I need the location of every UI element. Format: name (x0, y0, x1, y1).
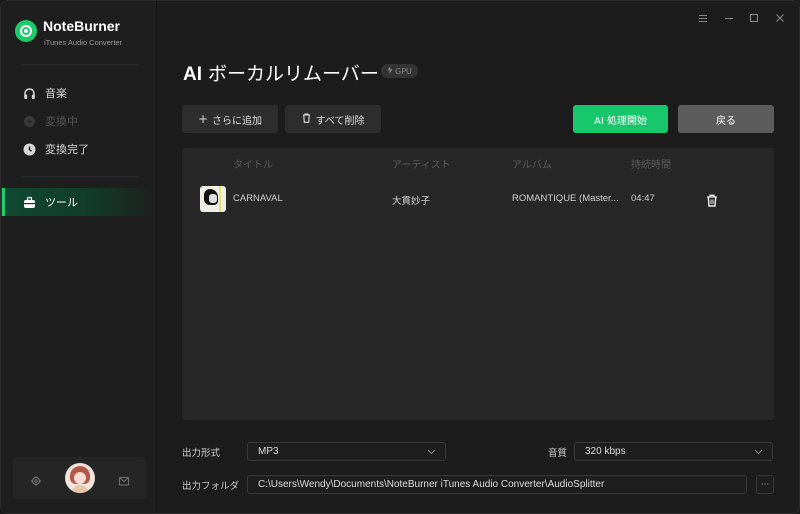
gear-icon[interactable] (30, 472, 42, 486)
column-header-artist[interactable]: アーティスト (392, 156, 451, 171)
delete-track-icon[interactable] (706, 192, 718, 211)
output-format-label: 出力形式 (182, 448, 221, 459)
page-title-prefix: AI (183, 64, 202, 85)
sidebar-divider (21, 176, 137, 177)
track-album: ROMANTIQUE (Master... (512, 193, 619, 204)
output-format-select[interactable]: MP3 (247, 442, 446, 461)
close-icon[interactable] (773, 11, 787, 25)
sidebar-divider (21, 64, 137, 65)
trash-icon (302, 113, 311, 126)
gpu-badge: GPU (381, 64, 418, 78)
mail-icon[interactable] (118, 472, 130, 486)
user-panel (13, 457, 146, 499)
app-name: NoteBurner (43, 18, 121, 34)
page-title: AI ボーカルリムーバー (183, 59, 379, 86)
gpu-badge-label: GPU (395, 66, 412, 76)
column-header-album[interactable]: アルバム (512, 156, 552, 171)
sidebar: NoteBurner iTunes Audio Converter 音楽 変換中… (1, 1, 157, 513)
back-button[interactable]: 戻る (678, 105, 774, 133)
sidebar-item-music[interactable]: 音楽 (1, 79, 156, 107)
chevron-down-icon (427, 447, 436, 457)
sidebar-item-label: 音楽 (45, 87, 67, 100)
sidebar-item-label: 変換中 (45, 115, 78, 128)
add-more-button[interactable]: + さらに追加 (182, 105, 278, 133)
delete-all-button[interactable]: すべて削除 (285, 105, 381, 133)
app-window: NoteBurner iTunes Audio Converter 音楽 変換中… (0, 0, 800, 514)
converting-icon (23, 115, 36, 128)
column-header-title[interactable]: タイトル (233, 156, 273, 171)
clock-icon (23, 143, 36, 156)
user-avatar[interactable] (65, 463, 95, 493)
noteburner-logo-icon (15, 20, 37, 42)
column-header-duration[interactable]: 持続時間 (631, 156, 671, 171)
track-artist: 大貫妙子 (392, 196, 431, 207)
start-ai-processing-button[interactable]: AI 処理開始 (573, 105, 668, 133)
album-artwork (200, 186, 226, 212)
add-more-label: さらに追加 (212, 115, 263, 127)
headphones-icon (23, 87, 36, 100)
sidebar-item-tools[interactable]: ツール (1, 188, 156, 216)
sidebar-item-converting[interactable]: 変換中 (1, 107, 156, 135)
quality-select[interactable]: 320 kbps (574, 442, 773, 461)
output-folder-input[interactable]: C:\Users\Wendy\Documents\NoteBurner iTun… (247, 475, 747, 494)
output-folder-label: 出力フォルダ (182, 481, 240, 492)
track-table: タイトル アーティスト アルバム 持続時間 CARNAVAL 大貫妙子 ROMA… (182, 148, 774, 420)
track-title: CARNAVAL (233, 193, 283, 204)
toolbox-icon (23, 196, 36, 209)
lightning-icon (387, 66, 393, 76)
minimize-icon[interactable] (722, 11, 736, 25)
delete-all-label: すべて削除 (315, 115, 365, 127)
output-format-value: MP3 (258, 446, 279, 457)
maximize-icon[interactable] (747, 11, 761, 25)
sidebar-item-converted[interactable]: 変換完了 (1, 135, 156, 163)
chevron-down-icon (754, 447, 763, 457)
quality-value: 320 kbps (585, 446, 626, 457)
plus-icon: + (197, 112, 209, 126)
output-folder-value: C:\Users\Wendy\Documents\NoteBurner iTun… (258, 479, 605, 490)
page-title-text: ボーカルリムーバー (208, 63, 379, 85)
sidebar-item-label: ツール (45, 196, 78, 209)
sidebar-item-label: 変換完了 (45, 143, 89, 156)
app-subtitle: iTunes Audio Converter (44, 38, 123, 47)
track-duration: 04:47 (631, 193, 655, 204)
browse-folder-button[interactable]: ··· (756, 475, 774, 494)
quality-label: 音質 (548, 448, 568, 459)
menu-icon[interactable] (696, 11, 710, 25)
